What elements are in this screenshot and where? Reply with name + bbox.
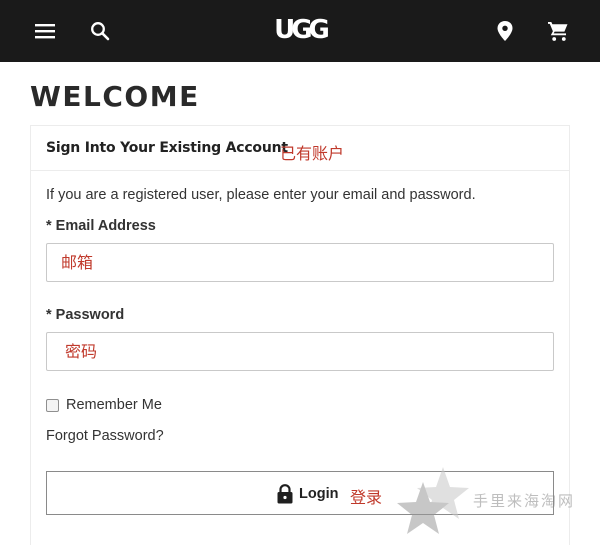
- search-icon[interactable]: [88, 19, 112, 43]
- menu-icon[interactable]: [33, 19, 57, 43]
- top-nav-bar: UGG: [0, 0, 600, 62]
- remember-me-option[interactable]: Remember Me: [46, 397, 162, 413]
- email-field[interactable]: [46, 243, 554, 282]
- signin-intro-text: If you are a registered user, please ent…: [46, 187, 476, 203]
- remember-me-label: Remember Me: [66, 397, 162, 413]
- login-button-label: Login: [299, 486, 339, 502]
- location-pin-icon[interactable]: [493, 19, 517, 43]
- signin-title-annotation: 已有账户: [280, 144, 345, 163]
- watermark: 手里来海淘网: [395, 462, 600, 545]
- ugg-logo[interactable]: UGG: [260, 13, 340, 47]
- remember-me-checkbox[interactable]: [46, 398, 59, 412]
- lock-icon: [276, 484, 294, 504]
- login-annotation: 登录: [350, 488, 383, 507]
- page-title: WELCOME: [30, 80, 200, 113]
- shopping-cart-icon[interactable]: [546, 19, 570, 43]
- watermark-star-icon: [397, 467, 469, 534]
- password-label: * Password: [46, 307, 125, 323]
- forgot-password-link[interactable]: Forgot Password?: [46, 428, 164, 444]
- watermark-text: 手里来海淘网: [473, 492, 576, 510]
- signin-panel-header: Sign Into Your Existing Account 已有账户: [31, 126, 569, 171]
- signin-title: Sign Into Your Existing Account: [46, 140, 288, 156]
- email-label: * Email Address: [46, 218, 156, 234]
- password-field[interactable]: [46, 332, 554, 371]
